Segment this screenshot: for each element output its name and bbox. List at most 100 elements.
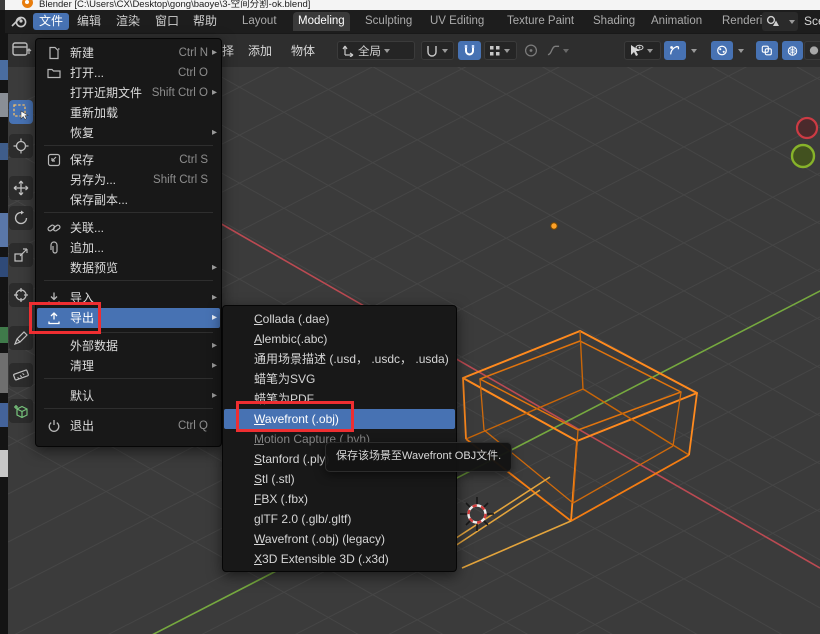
file-menu-item-data-previews[interactable]: 数据预览▸ [37, 258, 220, 278]
file-menu-item-save[interactable]: 保存Ctrl S [37, 150, 220, 170]
gizmos-toggle-button[interactable] [664, 41, 686, 60]
chevron-down-icon [442, 49, 448, 53]
new-file-icon [47, 46, 61, 60]
menu-file[interactable]: 文件 [33, 13, 69, 30]
menu-edit[interactable]: 编辑 [71, 13, 107, 30]
file-menu-item-new[interactable]: 新建Ctrl N▸ [37, 43, 220, 63]
object-origin-dot [551, 223, 557, 229]
xray-toggle-button[interactable] [756, 41, 778, 60]
annotation-rect-wavefront [236, 401, 354, 432]
tool-scale[interactable] [9, 243, 33, 267]
measure-ruler-icon [13, 367, 29, 383]
file-menu-item-defaults[interactable]: 默认▸ [37, 386, 220, 406]
file-menu-item-recover[interactable]: 恢复▸ [37, 123, 220, 143]
link-chain-icon [47, 221, 61, 235]
menu-separator [44, 408, 213, 409]
snap-target-dropdown[interactable] [421, 41, 454, 60]
tooltip: 保存该场景至Wavefront OBJ文件. [325, 442, 512, 472]
annotate-pen-icon [13, 330, 29, 346]
menu-render[interactable]: 渲染 [110, 13, 146, 30]
menu-help[interactable]: 帮助 [187, 13, 223, 30]
transform-icon [13, 287, 29, 303]
chevron-down-icon [691, 49, 697, 53]
file-menu-item-save-as[interactable]: 另存为...Shift Ctrl S [37, 170, 220, 190]
export-item-fbx[interactable]: FBX (.fbx) [224, 489, 455, 509]
scale-icon [13, 247, 29, 263]
chevron-down-icon [738, 49, 744, 53]
orientation-axes-icon [342, 44, 355, 57]
file-menu-item-quit[interactable]: 退出Ctrl Q [37, 416, 220, 436]
export-item-collada[interactable]: Collada (.dae) [224, 309, 455, 329]
shading-wireframe-button[interactable] [782, 41, 803, 60]
window-title: Blender [C:\Users\CX\Desktop\gong\baoye\… [39, 0, 310, 10]
export-item-grease-pencil-svg[interactable]: 蜡笔为SVG [224, 369, 455, 389]
file-menu-item-open[interactable]: 打开...Ctrl O [37, 63, 220, 83]
export-item-alembic[interactable]: Alembic(.abc) [224, 329, 455, 349]
gizmo-y-ball [792, 145, 814, 167]
tool-select-box[interactable] [9, 100, 33, 124]
export-item-wavefront-legacy[interactable]: Wavefront (.obj) (legacy) [224, 529, 455, 549]
tool-move[interactable] [9, 176, 33, 200]
file-menu-dropdown: 新建Ctrl N▸ 打开...Ctrl O 打开近期文件Shift Ctrl O… [35, 38, 222, 447]
blender-app-icon[interactable] [11, 14, 29, 29]
overlays-dropdown[interactable] [734, 41, 749, 60]
annotation-rect-export [29, 302, 101, 334]
file-menu-item-clean-up[interactable]: 清理▸ [37, 356, 220, 376]
magnet-icon [463, 44, 476, 57]
save-icon [47, 153, 61, 167]
gizmos-dropdown[interactable] [687, 41, 702, 60]
file-menu-item-revert[interactable]: 重新加载 [37, 103, 220, 123]
export-item-stl[interactable]: Stl (.stl) [224, 469, 455, 489]
tab-layout[interactable]: Layout [237, 12, 282, 31]
shading-solid-button[interactable] [804, 41, 820, 60]
rotate-icon [13, 210, 29, 226]
add-menu[interactable]: 添加 [248, 42, 272, 59]
orientation-value: 全局 [358, 43, 381, 59]
tool-cursor[interactable] [9, 134, 33, 158]
export-item-gltf[interactable]: glTF 2.0 (.glb/.gltf) [224, 509, 455, 529]
file-menu-item-link[interactable]: 关联... [37, 218, 220, 238]
snap-with-dropdown[interactable] [484, 41, 517, 60]
proportional-edit-button[interactable] [520, 41, 542, 60]
tab-sculpting[interactable]: Sculpting [360, 12, 417, 31]
export-item-usd[interactable]: 通用场景描述 (.usd， .usdc， .usda) [224, 349, 455, 369]
wireframe-globe-icon [787, 44, 798, 58]
tab-uv-editing[interactable]: UV Editing [425, 12, 489, 31]
orientation-dropdown[interactable]: 全局 [337, 41, 415, 60]
cursor-tool-icon [13, 138, 29, 154]
menu-window[interactable]: 窗口 [149, 13, 185, 30]
file-menu-item-save-copy[interactable]: 保存副本... [37, 190, 220, 210]
object-menu[interactable]: 物体 [291, 42, 315, 59]
paperclip-icon [47, 241, 61, 255]
tab-animation[interactable]: Animation [646, 12, 707, 31]
tool-rotate[interactable] [9, 206, 33, 230]
tab-rendering[interactable]: Renderi [717, 12, 767, 31]
pointer-eye-icon [629, 44, 644, 58]
file-menu-item-external-data[interactable]: 外部数据▸ [37, 336, 220, 356]
tab-shading[interactable]: Shading [588, 12, 640, 31]
left-edge-strip [0, 10, 8, 634]
tab-modeling[interactable]: Modeling [293, 12, 350, 31]
select-menu-partial[interactable]: 择 [222, 42, 234, 59]
file-menu-item-open-recent[interactable]: 打开近期文件Shift Ctrl O▸ [37, 83, 220, 103]
snap-toggle-button[interactable] [458, 41, 481, 60]
editor-type-icon[interactable] [12, 42, 34, 58]
chevron-down-icon [563, 49, 569, 53]
tab-texture-paint[interactable]: Texture Paint [502, 12, 579, 31]
chevron-down-icon [647, 49, 653, 53]
power-icon [47, 419, 61, 433]
add-cube-icon [13, 403, 30, 420]
export-item-x3d[interactable]: X3D Extensible 3D (.x3d) [224, 549, 455, 569]
file-menu-item-append[interactable]: 追加... [37, 238, 220, 258]
tool-measure[interactable] [9, 363, 33, 387]
scene-selector[interactable] [762, 12, 798, 31]
chevron-down-icon [504, 49, 510, 53]
tool-add-cube[interactable] [9, 399, 33, 423]
topbar: 文件 编辑 渲染 窗口 帮助 Layout Modeling Sculpting… [5, 10, 820, 33]
show-object-types-dropdown[interactable] [624, 41, 661, 60]
falloff-curve-icon [547, 44, 560, 57]
scene-icon [766, 15, 780, 28]
falloff-dropdown[interactable] [543, 41, 573, 60]
overlays-toggle-button[interactable] [711, 41, 733, 60]
export-submenu: Collada (.dae) Alembic(.abc) 通用场景描述 (.us… [222, 305, 457, 572]
